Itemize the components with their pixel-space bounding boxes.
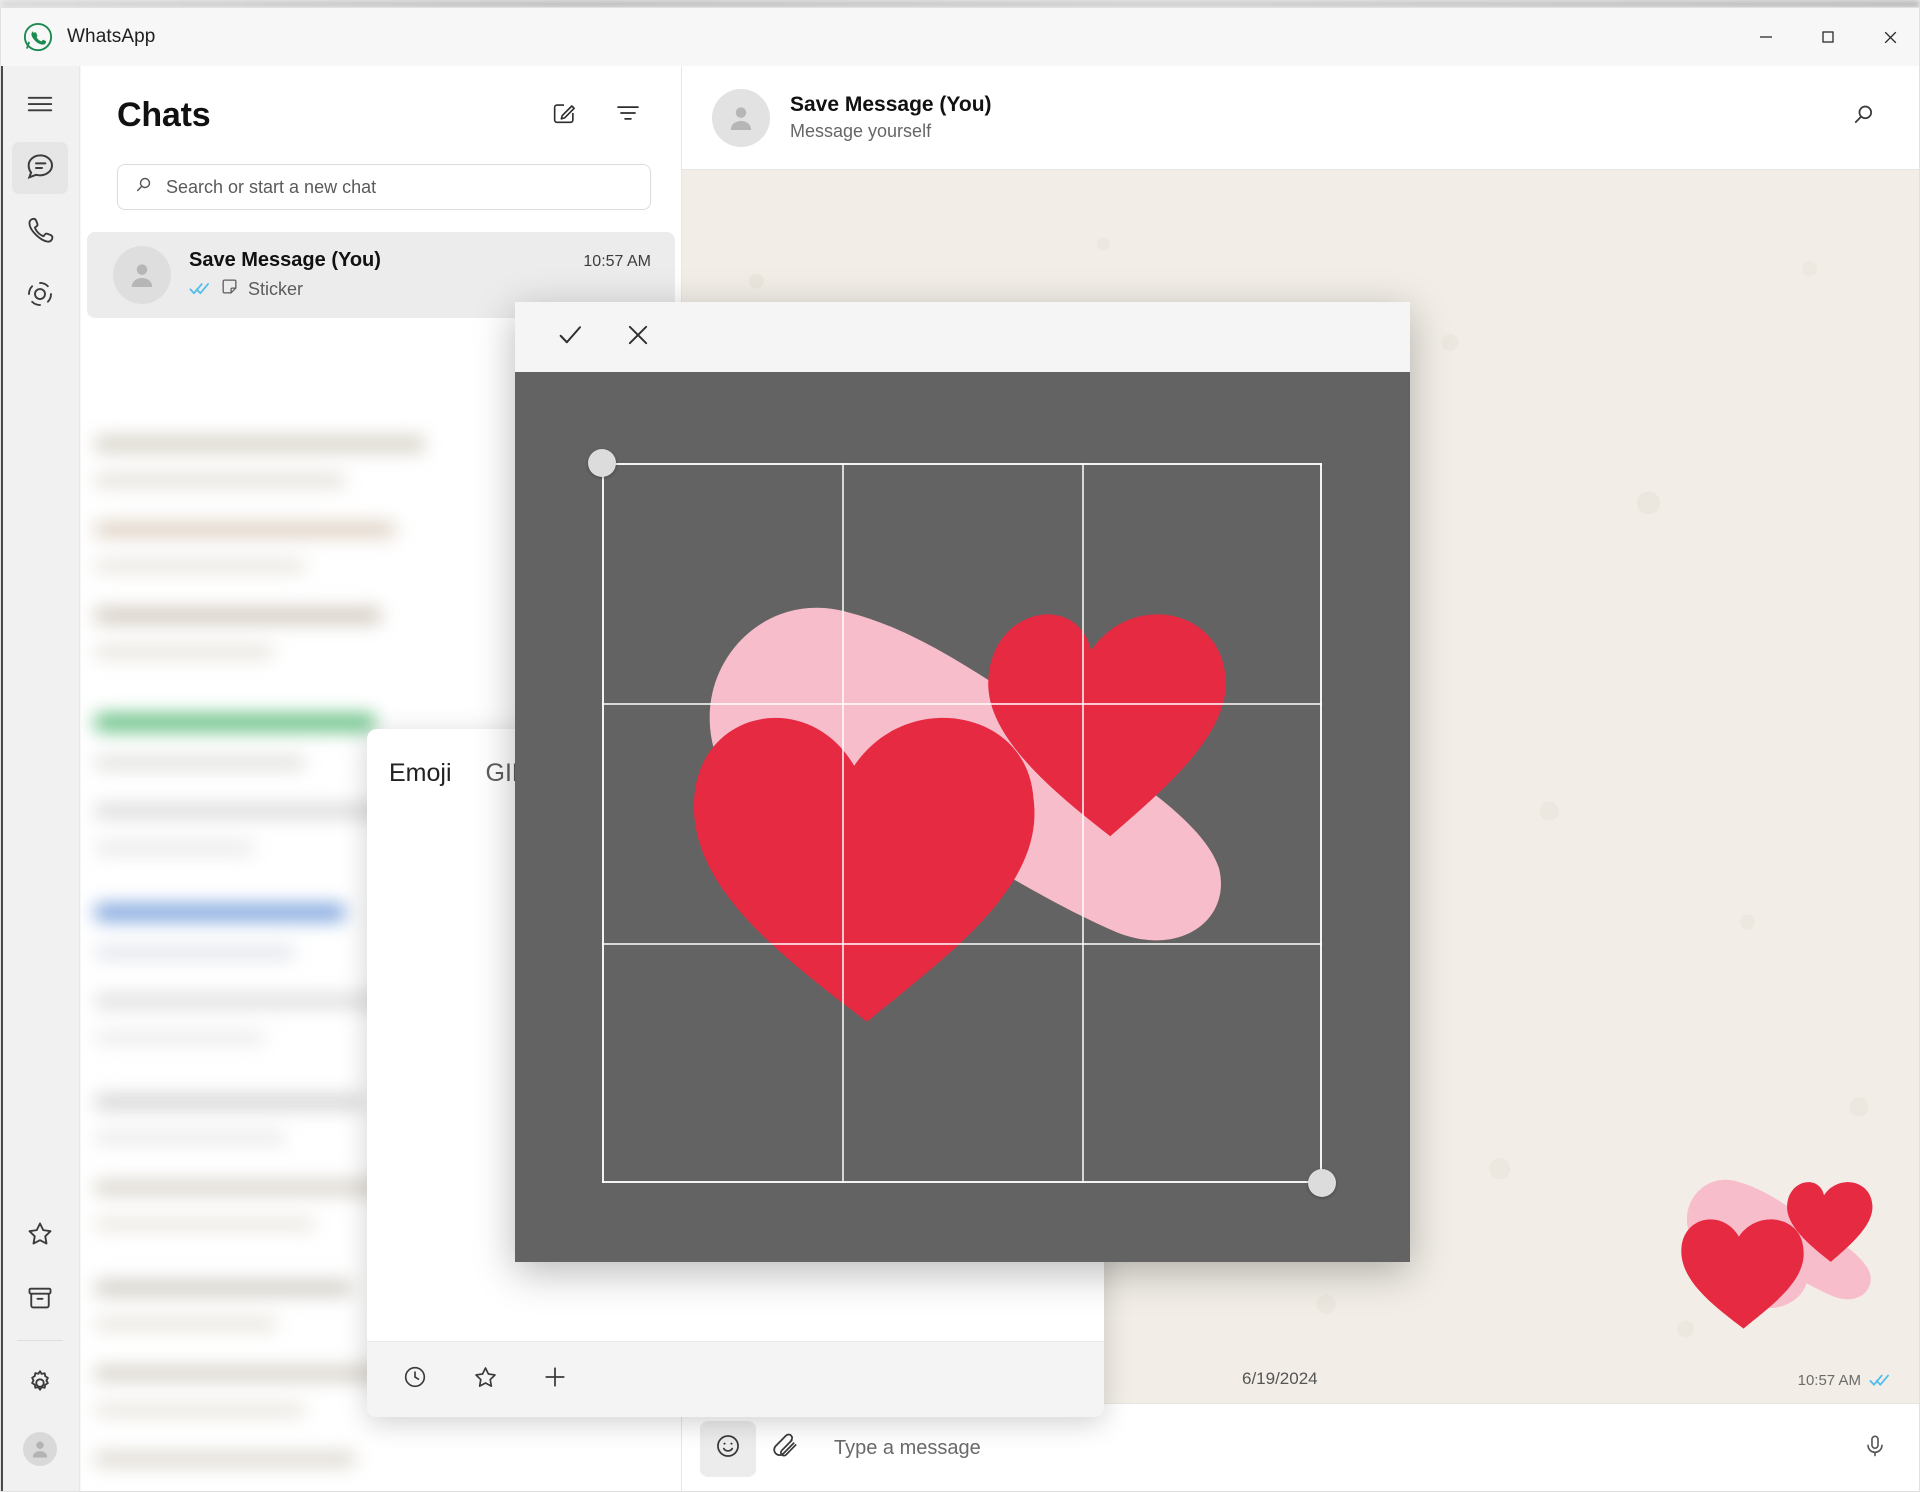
chats-header-actions bbox=[541, 92, 651, 138]
sidebar-item-chats[interactable] bbox=[12, 142, 68, 194]
message-sticker[interactable]: 10:57 AM bbox=[1643, 1140, 1893, 1389]
crop-grid-line-v1 bbox=[842, 463, 844, 1183]
conversation-header-actions bbox=[1841, 95, 1887, 141]
conversation-titles: Save Message (You) Message yourself bbox=[790, 93, 992, 142]
two-hearts-sticker bbox=[1663, 1140, 1893, 1370]
new-chat-button[interactable] bbox=[541, 92, 587, 138]
message-placeholder: Type a message bbox=[834, 1437, 981, 1459]
message-timestamp: 10:57 AM bbox=[1798, 1372, 1861, 1389]
chat-timestamp: 10:57 AM bbox=[583, 253, 651, 271]
sticker-icon bbox=[220, 277, 239, 301]
archive-box-icon bbox=[25, 1283, 55, 1318]
phone-icon bbox=[25, 215, 55, 250]
star-icon bbox=[25, 1219, 55, 1254]
conversation-name: Save Message (You) bbox=[790, 93, 992, 117]
maximize-button[interactable] bbox=[1797, 8, 1859, 66]
avatar[interactable] bbox=[712, 89, 770, 147]
tab-emoji[interactable]: Emoji bbox=[389, 759, 452, 788]
search-icon bbox=[1851, 102, 1877, 133]
recent-stickers-button[interactable] bbox=[389, 1354, 441, 1406]
favorite-stickers-button[interactable] bbox=[459, 1354, 511, 1406]
app-brand: WhatsApp bbox=[1, 22, 155, 52]
crop-frame[interactable] bbox=[602, 463, 1322, 1183]
crop-grid-line-v2 bbox=[1082, 463, 1084, 1183]
hamburger-menu-icon[interactable] bbox=[12, 78, 68, 130]
paperclip-icon bbox=[770, 1432, 798, 1465]
window-controls bbox=[1735, 8, 1920, 66]
chats-header: Chats bbox=[81, 66, 681, 164]
close-button[interactable] bbox=[1859, 8, 1920, 66]
emoji-button[interactable] bbox=[700, 1421, 756, 1477]
sticker-crop-editor bbox=[515, 302, 1410, 1262]
chat-bubble-icon bbox=[24, 150, 56, 187]
whatsapp-window: WhatsApp bbox=[0, 7, 1920, 1492]
search-icon bbox=[134, 175, 154, 200]
crop-edge-bottom bbox=[602, 1181, 1322, 1183]
search-placeholder: Search or start a new chat bbox=[166, 177, 376, 198]
crop-handle-bottom-right[interactable] bbox=[1308, 1169, 1336, 1197]
message-meta: 10:57 AM bbox=[1643, 1372, 1893, 1389]
crop-handle-top-left[interactable] bbox=[588, 449, 616, 477]
date-separator: 6/19/2024 bbox=[1242, 1369, 1318, 1389]
conversation-status: Message yourself bbox=[790, 121, 992, 142]
sidebar-item-status[interactable] bbox=[12, 270, 68, 322]
avatar bbox=[113, 246, 171, 304]
list-item-content: Save Message (You) 10:57 AM bbox=[189, 249, 651, 301]
editor-toolbar bbox=[515, 302, 1410, 372]
message-input[interactable]: Type a message bbox=[812, 1437, 1847, 1460]
rail-divider bbox=[17, 1340, 63, 1341]
search-input[interactable]: Search or start a new chat bbox=[117, 164, 651, 210]
crop-grid-line-h2 bbox=[602, 943, 1322, 945]
sidebar-item-profile[interactable] bbox=[12, 1423, 68, 1475]
voice-message-button[interactable] bbox=[1847, 1421, 1903, 1477]
list-item-top-row: Save Message (You) 10:57 AM bbox=[189, 249, 651, 272]
list-item-preview-row: Sticker bbox=[189, 277, 651, 301]
plus-icon bbox=[541, 1363, 569, 1396]
sidebar-item-archived[interactable] bbox=[12, 1274, 68, 1326]
crop-grid-line-h1 bbox=[602, 703, 1322, 705]
double-check-icon bbox=[1869, 1373, 1891, 1388]
avatar-icon bbox=[23, 1432, 57, 1466]
minimize-button[interactable] bbox=[1735, 8, 1797, 66]
compose-icon bbox=[550, 99, 578, 132]
filter-icon bbox=[614, 99, 642, 132]
microphone-icon bbox=[1862, 1433, 1888, 1464]
crop-edge-left bbox=[602, 463, 604, 1183]
editor-canvas bbox=[515, 372, 1410, 1262]
conversation-header[interactable]: Save Message (You) Message yourself bbox=[682, 66, 1920, 170]
double-check-icon bbox=[189, 281, 211, 297]
cancel-button[interactable] bbox=[609, 311, 667, 363]
chat-preview-text: Sticker bbox=[248, 279, 303, 300]
emoji-smiley-icon bbox=[714, 1432, 742, 1465]
attach-button[interactable] bbox=[756, 1421, 812, 1477]
picker-footer bbox=[367, 1341, 1104, 1417]
sidebar-item-starred[interactable] bbox=[12, 1210, 68, 1262]
filter-chats-button[interactable] bbox=[605, 92, 651, 138]
title-bar: WhatsApp bbox=[1, 8, 1920, 66]
close-icon bbox=[624, 321, 652, 354]
crop-edge-top bbox=[602, 463, 1322, 465]
clock-icon bbox=[402, 1364, 428, 1395]
confirm-button[interactable] bbox=[541, 311, 599, 363]
search-area: Search or start a new chat bbox=[81, 164, 681, 210]
search-in-chat-button[interactable] bbox=[1841, 95, 1887, 141]
whatsapp-logo-icon bbox=[23, 22, 53, 52]
navigation-rail bbox=[1, 66, 80, 1492]
app-title: WhatsApp bbox=[67, 26, 155, 48]
status-circle-icon bbox=[25, 279, 55, 314]
check-icon bbox=[555, 320, 585, 355]
sidebar-item-calls[interactable] bbox=[12, 206, 68, 258]
crop-edge-right bbox=[1320, 463, 1322, 1183]
chat-name: Save Message (You) bbox=[189, 249, 381, 272]
page-title: Chats bbox=[117, 96, 210, 135]
star-icon bbox=[472, 1364, 499, 1396]
gear-icon bbox=[25, 1368, 55, 1403]
sidebar-item-settings[interactable] bbox=[12, 1359, 68, 1411]
add-sticker-button[interactable] bbox=[529, 1354, 581, 1406]
